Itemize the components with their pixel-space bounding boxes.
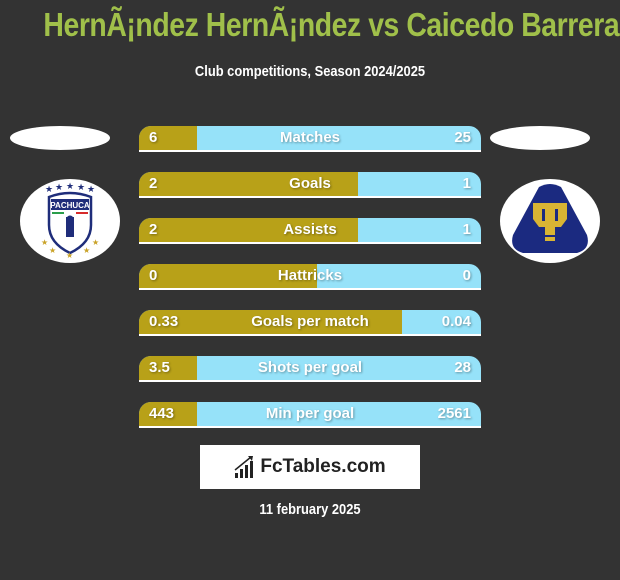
page-title: HernÃ¡ndez HernÃ¡ndez vs Caicedo Barrera [43,6,620,43]
right-value: 25 [454,129,471,146]
right-value: 0 [462,267,471,284]
stat-label: Assists [283,221,337,238]
fctables-brand-button[interactable]: FcTables.com [200,445,420,489]
right-value: 0.04 [441,313,471,330]
stat-row-min-per-goal: Min per goal 443 2561 [139,402,481,428]
left-value: 3.5 [149,359,170,376]
right-value: 1 [462,175,471,192]
left-value: 443 [149,405,175,422]
right-value: 1 [462,221,471,238]
stat-row-hattricks: Hattricks 0 0 [139,264,481,290]
svg-text:★: ★ [55,182,63,192]
left-value: 0 [149,267,158,284]
left-team-logo[interactable]: ★ ★ ★ ★ ★ PACHUCA ★ ★ ★ ★ ★ [20,179,120,263]
stat-row-goals-per-match: Goals per match 0.33 0.04 [139,310,481,336]
svg-text:★: ★ [66,251,73,260]
date-label: 11 february 2025 [259,501,361,518]
svg-text:PACHUCA: PACHUCA [50,201,90,210]
left-value: 6 [149,129,158,146]
svg-text:★: ★ [87,184,95,194]
left-value: 2 [149,175,158,192]
stat-row-assists: Assists 2 1 [139,218,481,244]
stat-label: Matches [279,129,341,146]
brand-name: FcTables.com [260,456,386,477]
star-icon: ★ [45,184,53,194]
left-player-placeholder [10,126,110,150]
svg-text:★: ★ [83,246,90,255]
stat-label: Shots per goal [257,359,363,376]
pumas-crest-icon [512,184,588,253]
stat-label: Hattricks [277,267,343,284]
stat-label: Goals per match [251,313,369,330]
stat-label: Min per goal [265,405,355,422]
svg-text:★: ★ [49,246,56,255]
svg-text:★: ★ [92,238,99,247]
pachuca-crest-icon: ★ ★ ★ ★ ★ PACHUCA ★ ★ ★ ★ ★ [41,181,99,260]
stat-row-shots-per-goal: Shots per goal 3.5 28 [139,356,481,382]
right-value: 2561 [437,405,471,422]
competition-subtitle: Club competitions, Season 2024/2025 [194,63,426,80]
stat-label: Goals [289,175,331,192]
left-value: 0.33 [149,313,179,330]
right-value: 28 [454,359,471,376]
svg-text:★: ★ [77,182,85,192]
right-team-logo[interactable] [500,179,600,263]
right-player-placeholder [490,126,590,150]
svg-text:★: ★ [41,238,48,247]
left-value: 2 [149,221,158,238]
stat-row-goals: Goals 2 1 [139,172,481,198]
svg-text:★: ★ [66,181,74,191]
bar-chart-icon [234,456,254,478]
stat-row-matches: Matches 6 25 [139,126,481,152]
